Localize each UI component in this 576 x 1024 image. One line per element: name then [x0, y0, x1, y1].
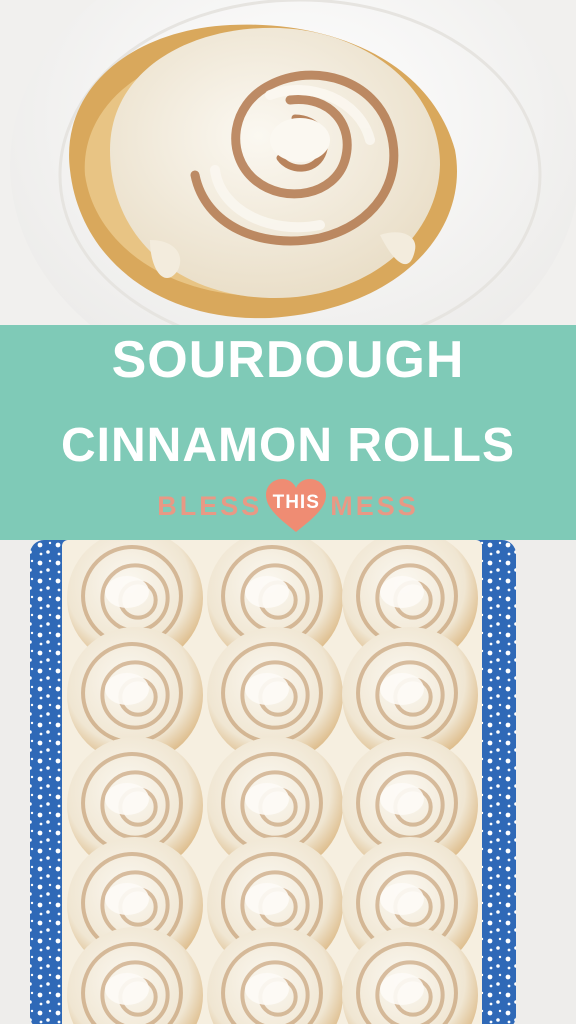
single-roll-illustration	[0, 0, 576, 325]
bless-this-mess-logo: BLESS THIS MESS	[0, 478, 576, 534]
logo-heart: THIS	[264, 478, 328, 534]
baking-dish-illustration	[0, 540, 576, 1024]
logo-word-bless: BLESS	[157, 490, 263, 521]
recipe-title-line-1: SOURDOUGH	[111, 331, 465, 389]
recipe-title-line-2: CINNAMON ROLLS	[61, 419, 515, 472]
pan-of-cinnamon-rolls-photo	[0, 540, 576, 1024]
logo-word-mess: MESS	[330, 490, 419, 521]
logo-word-this: THIS	[272, 492, 320, 513]
single-cinnamon-roll-photo	[0, 0, 576, 325]
